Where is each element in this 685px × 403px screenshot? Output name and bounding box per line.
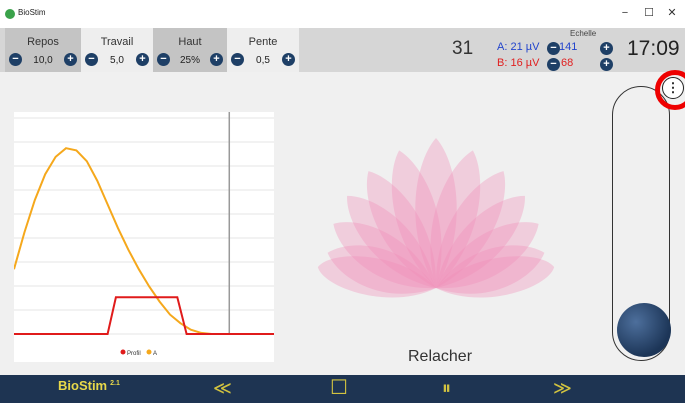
param-pente: Pente − 0,5 + (227, 28, 299, 72)
signal-chart-svg: Profil A (13, 112, 274, 357)
app-logo: BioStim 2.1 (58, 378, 120, 393)
version-label: 2.1 (110, 379, 120, 387)
signal-chart: Profil A (13, 112, 274, 362)
param-label: Haut (178, 36, 202, 48)
param-value: 5,0 (110, 55, 124, 66)
exercise-instruction: Relacher (407, 348, 473, 365)
legend-profil-marker (120, 349, 126, 355)
legend-a-marker (146, 349, 152, 355)
rewind-button[interactable]: ≪ (213, 378, 232, 399)
minimize-button[interactable]: − (612, 2, 638, 24)
lotus-animation (317, 138, 555, 298)
param-travail: Travail − 5,0 + (81, 28, 153, 72)
close-button[interactable]: ✕ (659, 2, 685, 24)
scale-a-value: 141 (559, 41, 578, 53)
clock: 17:09 (627, 37, 680, 60)
param-value: 10,0 (33, 55, 53, 66)
channel-b-level: B: 16 µV (497, 57, 540, 69)
increase-haut-button[interactable]: + (210, 53, 223, 66)
forward-button[interactable]: ≫ (553, 378, 572, 399)
legend-a-label: A (153, 351, 157, 357)
window-title: BioStim (18, 8, 46, 17)
param-haut: Haut − 25% + (153, 28, 227, 72)
decrease-haut-button[interactable]: − (157, 53, 170, 66)
param-value: 0,5 (256, 55, 270, 66)
more-options-icon[interactable]: ⋮ (662, 77, 684, 99)
decrease-travail-button[interactable]: − (85, 53, 98, 66)
increase-pente-button[interactable]: + (282, 53, 295, 66)
decrease-pente-button[interactable]: − (231, 53, 244, 66)
increase-repos-button[interactable]: + (64, 53, 77, 66)
legend-profil-label: Profil (127, 351, 141, 357)
scale-b-value: 68 (561, 57, 574, 69)
level-slider-knob[interactable] (617, 303, 671, 357)
stop-button[interactable]: ☐ (330, 375, 348, 400)
increase-scale-b-button[interactable]: + (600, 58, 613, 71)
param-repos: Repos − 10,0 + (5, 28, 81, 72)
decrease-scale-b-button[interactable]: − (547, 58, 560, 71)
increase-scale-a-button[interactable]: + (600, 42, 613, 55)
param-label: Repos (27, 36, 59, 48)
param-value: 25% (179, 55, 200, 66)
series-a-line (13, 147, 212, 335)
echelle-label: Echelle (570, 29, 597, 38)
title-bar: BioStim − ☐ ✕ (0, 0, 685, 28)
logo-text: BioStim (58, 378, 108, 393)
increase-travail-button[interactable]: + (136, 53, 149, 66)
param-label: Travail (100, 36, 134, 48)
param-label: Pente (248, 36, 278, 48)
decrease-repos-button[interactable]: − (9, 53, 22, 66)
app-icon (5, 9, 15, 19)
channel-a-level: A: 21 µV (497, 41, 540, 53)
pause-button[interactable]: ⏸ (442, 378, 451, 399)
legend: Profil A (120, 349, 157, 357)
repetition-count: 31 (452, 38, 474, 59)
series-profil-line (14, 296, 274, 335)
